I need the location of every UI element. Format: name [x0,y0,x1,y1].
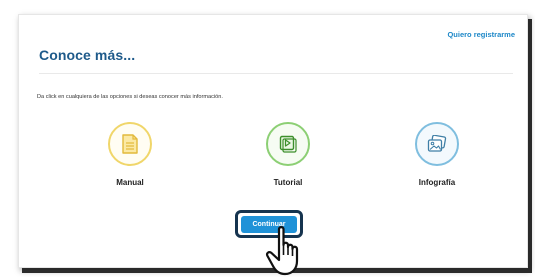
infografia-icon-circle[interactable] [415,122,459,166]
tutorial-icon-circle[interactable] [266,122,310,166]
page-title: Conoce más... [39,47,136,63]
info-card: Quiero registrarme Conoce más... Da clic… [18,14,528,276]
document-icon [122,134,138,154]
option-label: Manual [116,178,144,187]
option-manual[interactable]: Manual [80,122,180,187]
option-label: Tutorial [273,178,303,187]
title-divider [39,73,513,74]
register-link[interactable]: Quiero registrarme [447,30,515,39]
video-icon [279,135,297,153]
pointer-hand-icon [266,226,299,276]
instructions-text: Da click en cualquiera de las opciones s… [37,94,223,100]
image-icon [427,135,447,152]
option-infografia[interactable]: Infografía [387,122,487,187]
screen: Quiero registrarme Conoce más... Da clic… [0,0,535,277]
manual-icon-circle[interactable] [108,122,152,166]
option-tutorial[interactable]: Tutorial [238,122,338,187]
option-label: Infografía [418,178,456,187]
